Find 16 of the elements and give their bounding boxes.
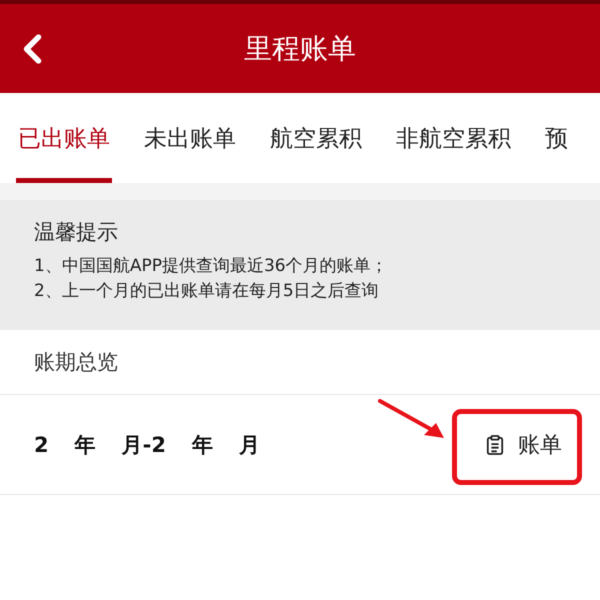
section-title: 账期总览 — [34, 349, 118, 376]
date-text: 年 — [192, 432, 213, 458]
date-text: 2 — [34, 432, 49, 456]
tab[interactable]: 未出账单 — [142, 98, 238, 183]
date-text: 年 — [74, 432, 96, 458]
notice-text: 1、中国国航APP提供查询最近36个月的账单； — [34, 255, 388, 278]
notice-title: 温馨提示 — [34, 219, 118, 246]
date-text: 月-2 — [122, 432, 166, 458]
back-icon[interactable] — [22, 34, 44, 64]
tab[interactable]: 预 — [543, 98, 570, 183]
clipboard-icon — [486, 434, 504, 454]
date-text: 月 — [238, 432, 260, 458]
page-title: 里程账单 — [244, 30, 356, 66]
tab[interactable]: 非航空累积 — [394, 98, 513, 183]
notice-text: 2、上一个月的已出账单请在每月5日之后查询 — [34, 280, 379, 303]
tab[interactable]: 航空累积 — [268, 98, 364, 183]
